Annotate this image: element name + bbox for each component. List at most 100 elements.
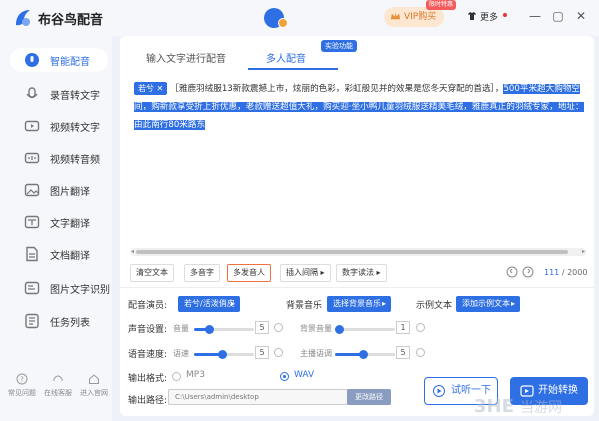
pitch-toggle[interactable] — [416, 348, 425, 357]
task-list-icon — [25, 313, 39, 329]
change-path-button[interactable]: 更改路径 — [347, 389, 391, 405]
sidebar-item-video-to-audio[interactable]: 视频转音频 — [10, 146, 108, 170]
speed-toggle[interactable] — [274, 348, 283, 357]
number-reading-button[interactable]: 数字读法 ▸ — [336, 264, 387, 282]
slider-knob[interactable] — [205, 325, 214, 334]
speaker-select[interactable]: 若兮/活泼俏皮 ▸ — [178, 296, 240, 312]
sidebar-item-label: 图片翻译 — [50, 187, 90, 198]
online-support-link[interactable]: 在线客服 — [40, 373, 76, 398]
image-icon — [24, 183, 40, 197]
scroll-left-icon[interactable]: ◂ — [131, 248, 134, 255]
sidebar-item-video-to-text[interactable]: 视频转文字 — [10, 114, 108, 138]
divider — [120, 287, 594, 288]
sidebar-item-record-to-text[interactable]: 录音转文字 — [10, 82, 108, 106]
faq-link[interactable]: ? 常见问题 — [4, 373, 40, 398]
bg-volume-value[interactable]: 1 — [396, 321, 410, 334]
sidebar-item-label: 文档翻译 — [50, 251, 90, 262]
bg-volume-toggle[interactable] — [416, 323, 425, 332]
clear-text-button[interactable]: 清空文本 — [130, 264, 174, 282]
pitch-slider[interactable] — [335, 350, 395, 359]
multi-speaker-button[interactable]: 多发音人 — [227, 264, 271, 282]
official-site-link[interactable]: 进入官网 — [76, 373, 112, 398]
document-icon — [26, 246, 38, 262]
svg-text:?: ? — [20, 376, 24, 384]
scrollbar-thumb[interactable] — [136, 250, 568, 254]
play-icon — [433, 385, 445, 397]
format-mp3-radio[interactable] — [172, 372, 181, 381]
scroll-right-icon[interactable]: ▸ — [582, 248, 585, 255]
pitch-value[interactable]: 5 — [396, 346, 410, 359]
redo-icon[interactable] — [522, 266, 534, 278]
sidebar-item-label: 智能配音 — [50, 57, 90, 68]
volume-slider[interactable] — [194, 325, 254, 334]
sidebar-item-task-list[interactable]: 任务列表 — [10, 309, 108, 333]
sidebar-item-image-translate[interactable]: 图片翻译 — [10, 178, 108, 202]
sidebar: 智能配音 录音转文字 视频转文字 视频转音频 图片翻译 文字翻译 文档翻译 图片… — [0, 36, 112, 421]
lab-feature-badge: 实验功能 — [321, 40, 357, 52]
close-button[interactable]: ✕ — [574, 9, 588, 23]
sample-text-label: 示例文本 — [416, 301, 453, 311]
translate-icon — [24, 215, 40, 229]
bgm-label: 背景音乐 — [286, 301, 323, 311]
slider-knob[interactable] — [218, 350, 227, 359]
speed-slider[interactable] — [194, 350, 254, 359]
volume-toggle[interactable] — [274, 323, 283, 332]
tab-text-dubbing[interactable]: 输入文字进行配音 — [134, 44, 264, 68]
chevron-right-icon: ▸ — [230, 299, 235, 308]
shirt-icon — [468, 12, 476, 20]
horizontal-scrollbar[interactable]: ◂ ▸ — [130, 248, 586, 256]
sidebar-item-doc-translate[interactable]: 文档翻译 — [10, 242, 108, 266]
insert-pause-button[interactable]: 插入间隔 ▸ — [280, 264, 331, 282]
more-menu[interactable]: 更多 — [480, 10, 498, 23]
sample-text-select[interactable]: 添加示例文本 ▸ — [456, 296, 520, 312]
minimize-button[interactable]: — — [528, 9, 542, 23]
output-path-label: 输出路径: — [128, 396, 168, 406]
editor-text: ［雅鹿羽绒服13新款震撼上市，炫丽的色彩，彩虹般见并的效果是您冬天穿配的首选］， — [170, 84, 504, 94]
volume-label: 声音设置: — [128, 325, 168, 335]
pitch-sub-label: 主播语调 — [300, 349, 332, 358]
tab-label: 多人配音 — [266, 54, 306, 65]
vip-label: VIP购买 — [404, 12, 437, 22]
format-wav-radio[interactable] — [280, 372, 289, 381]
polyphone-button[interactable]: 多音字 — [184, 264, 220, 282]
speed-label: 语音速度: — [128, 350, 168, 360]
speed-value[interactable]: 5 — [255, 346, 269, 359]
bg-volume-slider[interactable] — [335, 325, 395, 334]
record-icon — [26, 87, 38, 99]
slider-knob[interactable] — [335, 325, 344, 334]
editor-content[interactable]: 若兮 ✕ ［雅鹿羽绒服13新款震撼上市，炫丽的色彩，彩虹般见并的效果是您冬天穿配的… — [134, 80, 586, 134]
output-path-input[interactable]: C:\Users\admin\desktop — [168, 389, 348, 405]
slider-knob[interactable] — [359, 350, 368, 359]
text-editor[interactable]: 若兮 ✕ ［雅鹿羽绒服13新款震撼上市，炫丽的色彩，彩虹般见并的效果是您冬天穿配的… — [130, 76, 586, 246]
site-watermark: 3HE 当游网 — [474, 396, 562, 417]
tab-label: 输入文字进行配音 — [146, 54, 226, 65]
sidebar-item-label: 视频转文字 — [50, 123, 100, 134]
bgm-select[interactable]: 选择背景音乐 ▸ — [327, 296, 391, 312]
chevron-right-icon: ▸ — [381, 299, 386, 308]
ocr-icon — [24, 281, 40, 295]
vip-purchase-button[interactable]: VIP购买 — [384, 7, 444, 27]
video-audio-icon — [24, 152, 40, 164]
crown-icon — [390, 12, 401, 20]
main-panel: 输入文字进行配音 多人配音 实验功能 若兮 ✕ ［雅鹿羽绒服13新款震撼上市，炫丽… — [120, 36, 594, 416]
maximize-button[interactable]: ▢ — [551, 9, 565, 23]
svg-text:当游网: 当游网 — [520, 400, 562, 416]
speaker-label: 配音演员: — [128, 301, 168, 311]
app-logo-icon — [16, 10, 30, 26]
svg-text:3HE: 3HE — [474, 396, 514, 417]
speaker-tag[interactable]: 若兮 ✕ — [134, 82, 168, 95]
title-bar: 布谷鸟配音 VIP购买 限时特惠 更多 — ▢ ✕ — [0, 0, 599, 36]
format-wav-label: WAV — [294, 370, 315, 380]
volume-value[interactable]: 5 — [255, 321, 269, 334]
speed-sub-label: 语速 — [173, 349, 189, 358]
sidebar-item-ocr[interactable]: 图片文字识别 — [10, 276, 110, 300]
sidebar-item-label: 视频转音频 — [50, 155, 100, 166]
sidebar-item-smart-dubbing[interactable]: 智能配音 — [10, 48, 108, 72]
sidebar-item-text-translate[interactable]: 文字翻译 — [10, 210, 108, 234]
bg-volume-sub-label: 背景音量 — [300, 324, 332, 333]
question-icon: ? — [16, 373, 28, 385]
video-icon — [24, 120, 40, 132]
char-counter: 111 / 2000 — [544, 268, 588, 277]
app-title: 布谷鸟配音 — [38, 13, 104, 28]
undo-icon[interactable] — [506, 266, 518, 278]
